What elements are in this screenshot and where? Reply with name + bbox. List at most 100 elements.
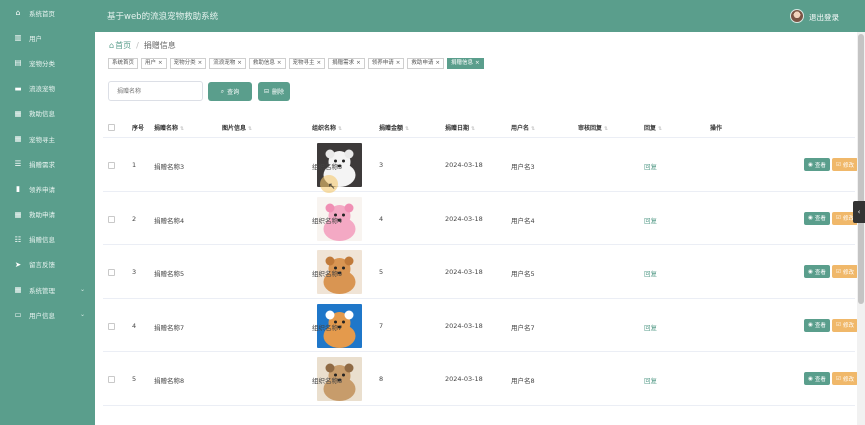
sidebar-item-label: 宠物分类 bbox=[29, 59, 55, 68]
reply-link[interactable]: 回复 bbox=[644, 215, 657, 225]
logout-link[interactable]: 退出登录 bbox=[809, 12, 839, 23]
cell-donation-name: 捐赠名称5 bbox=[154, 270, 185, 279]
row-checkbox[interactable] bbox=[108, 376, 115, 384]
cell-org: 组织名称7 bbox=[312, 323, 343, 332]
close-icon[interactable]: × bbox=[277, 60, 282, 66]
cell-index: 2 bbox=[132, 214, 137, 223]
tab[interactable]: 救助信息 × bbox=[248, 58, 286, 69]
edit-button[interactable]: ☑ 修改 bbox=[832, 318, 858, 332]
edit-button[interactable]: ☑ 修改 bbox=[832, 158, 858, 171]
close-icon[interactable]: × bbox=[198, 60, 203, 66]
row-checkbox[interactable] bbox=[108, 162, 115, 169]
sidebar-item-label: 系统首页 bbox=[29, 9, 55, 18]
close-icon[interactable]: × bbox=[435, 60, 440, 66]
close-icon[interactable]: × bbox=[158, 60, 163, 66]
edit-icon: ☑ bbox=[836, 268, 841, 275]
close-icon[interactable]: × bbox=[317, 60, 322, 66]
view-button-label: 查看 bbox=[814, 323, 826, 330]
tab[interactable]: 宠物分类 × bbox=[169, 58, 207, 69]
reply-link[interactable]: 回复 bbox=[644, 161, 657, 171]
sidebar-item[interactable]: ▦ 救助信息 bbox=[0, 101, 95, 126]
sidebar-item-label: 用户 bbox=[29, 34, 42, 43]
cell-user: 用户名4 bbox=[511, 216, 535, 225]
view-button[interactable]: ◉ 查看 bbox=[804, 372, 830, 386]
cell-user: 用户名8 bbox=[511, 377, 535, 386]
cell-amount: 5 bbox=[379, 268, 384, 277]
search-input[interactable] bbox=[108, 81, 203, 101]
tab[interactable]: 救助申请 × bbox=[407, 58, 445, 69]
close-icon[interactable]: × bbox=[396, 60, 401, 66]
tab[interactable]: 系统首页 bbox=[108, 58, 139, 69]
tab[interactable]: 用户 × bbox=[141, 58, 167, 69]
chevron-down-icon: ⌄ bbox=[79, 286, 85, 294]
header-date[interactable]: 捐赠日期 ⇅ bbox=[445, 123, 475, 132]
cell-date: 2024-03-18 bbox=[445, 161, 483, 169]
sidebar-item[interactable]: ▤ 宠物分类 bbox=[0, 50, 95, 75]
sidebar-item[interactable]: ▭ 用户信息 ⌄ bbox=[0, 302, 95, 327]
header-user[interactable]: 用户名 ⇅ bbox=[511, 123, 535, 132]
cell-org: 组织名称4 bbox=[312, 216, 343, 225]
sort-icon: ⇅ bbox=[531, 126, 536, 132]
view-button[interactable]: ◉ 查看 bbox=[804, 211, 830, 225]
reply-link[interactable]: 回复 bbox=[644, 375, 657, 385]
tab-strip: 系统首页 用户 × 宠物分类 × 流浪宠物 × 救助信息 × 宠物寻主 × 捐赠需求 × 领养申请 × 救助申… bbox=[108, 58, 484, 69]
sidebar-item[interactable]: ▥ 用户 bbox=[0, 25, 95, 50]
sidebar-item[interactable]: ▦ 宠物寻主 bbox=[0, 126, 95, 151]
header-review-reply[interactable]: 审核回复 ⇅ bbox=[578, 123, 608, 132]
close-icon[interactable]: × bbox=[475, 60, 480, 66]
sidebar-item[interactable]: ▦ 救助申请 bbox=[0, 202, 95, 227]
tab[interactable]: 宠物寻主 × bbox=[288, 58, 326, 69]
view-button[interactable]: ◉ 查看 bbox=[804, 158, 830, 171]
tab[interactable]: 捐赠信息 × bbox=[447, 58, 484, 69]
tab[interactable]: 领养申请 × bbox=[367, 58, 405, 69]
header-amount[interactable]: 捐赠金额 ⇅ bbox=[379, 123, 409, 132]
sidebar-item[interactable]: ▦ 系统管理 ⌄ bbox=[0, 277, 95, 302]
paw-icon: ▬ bbox=[14, 83, 22, 93]
delete-icon: ⊟ bbox=[263, 88, 269, 95]
close-icon[interactable]: × bbox=[237, 60, 242, 66]
select-all-checkbox[interactable] bbox=[108, 124, 115, 131]
search-button[interactable]: ⌕ 查询 bbox=[208, 82, 252, 101]
row-checkbox[interactable] bbox=[108, 322, 115, 330]
edit-button[interactable]: ☑ 修改 bbox=[832, 265, 858, 279]
page-scrollbar[interactable] bbox=[857, 32, 865, 425]
send-icon: ➤ bbox=[14, 259, 22, 269]
cell-org: 组织名称5 bbox=[312, 270, 343, 279]
sidebar-item[interactable]: ▮ 领养申请 bbox=[0, 176, 95, 201]
tab[interactable]: 捐赠需求 × bbox=[328, 58, 365, 69]
sidebar-item[interactable]: ➤ 留言反馈 bbox=[0, 252, 95, 277]
users-icon: ▥ bbox=[14, 33, 22, 43]
cell-user: 用户名3 bbox=[511, 163, 535, 171]
breadcrumb-home[interactable]: 首页 bbox=[115, 40, 131, 51]
sidebar-item[interactable]: ☰ 捐赠需求 bbox=[0, 151, 95, 176]
row-checkbox[interactable] bbox=[108, 269, 115, 277]
sidebar-item-label: 宠物寻主 bbox=[29, 135, 55, 144]
sidebar-item-label: 救助信息 bbox=[29, 110, 55, 119]
cell-donation-name: 捐赠名称8 bbox=[154, 377, 185, 386]
batch-delete-button[interactable]: ⊟ 删除 bbox=[258, 82, 290, 101]
edit-button[interactable]: ☑ 修改 bbox=[832, 372, 858, 386]
row-checkbox[interactable] bbox=[108, 215, 115, 223]
sidebar-item[interactable]: ▬ 流浪宠物 bbox=[0, 76, 95, 101]
header-reply[interactable]: 回复 ⇅ bbox=[644, 123, 662, 132]
header-index: 序号 bbox=[132, 125, 145, 132]
collapse-icon[interactable]: ‹ bbox=[853, 201, 865, 223]
reply-link[interactable]: 回复 bbox=[644, 322, 657, 332]
header-org[interactable]: 组织名称 ⇅ bbox=[312, 123, 342, 132]
view-button-label: 查看 bbox=[814, 162, 826, 169]
sidebar-item[interactable]: ☷ 捐赠信息 bbox=[0, 227, 95, 252]
cell-amount: 8 bbox=[379, 375, 384, 384]
view-button[interactable]: ◉ 查看 bbox=[804, 318, 830, 332]
close-icon[interactable]: × bbox=[356, 60, 361, 66]
sidebar-item[interactable]: ⌂ 系统首页 bbox=[0, 0, 95, 25]
reply-link[interactable]: 回复 bbox=[644, 268, 657, 278]
view-button[interactable]: ◉ 查看 bbox=[804, 265, 830, 279]
header-image[interactable]: 图片信息 ⇅ bbox=[222, 123, 252, 132]
cell-donation-name: 捐赠名称4 bbox=[154, 216, 185, 225]
cell-user: 用户名5 bbox=[511, 270, 535, 279]
delete-button-label: 删除 bbox=[272, 89, 285, 96]
header-donation-name[interactable]: 捐赠名称 ⇅ bbox=[154, 123, 184, 132]
tab[interactable]: 流浪宠物 × bbox=[209, 58, 246, 69]
view-button-label: 查看 bbox=[814, 269, 826, 276]
user-avatar[interactable] bbox=[790, 9, 804, 23]
